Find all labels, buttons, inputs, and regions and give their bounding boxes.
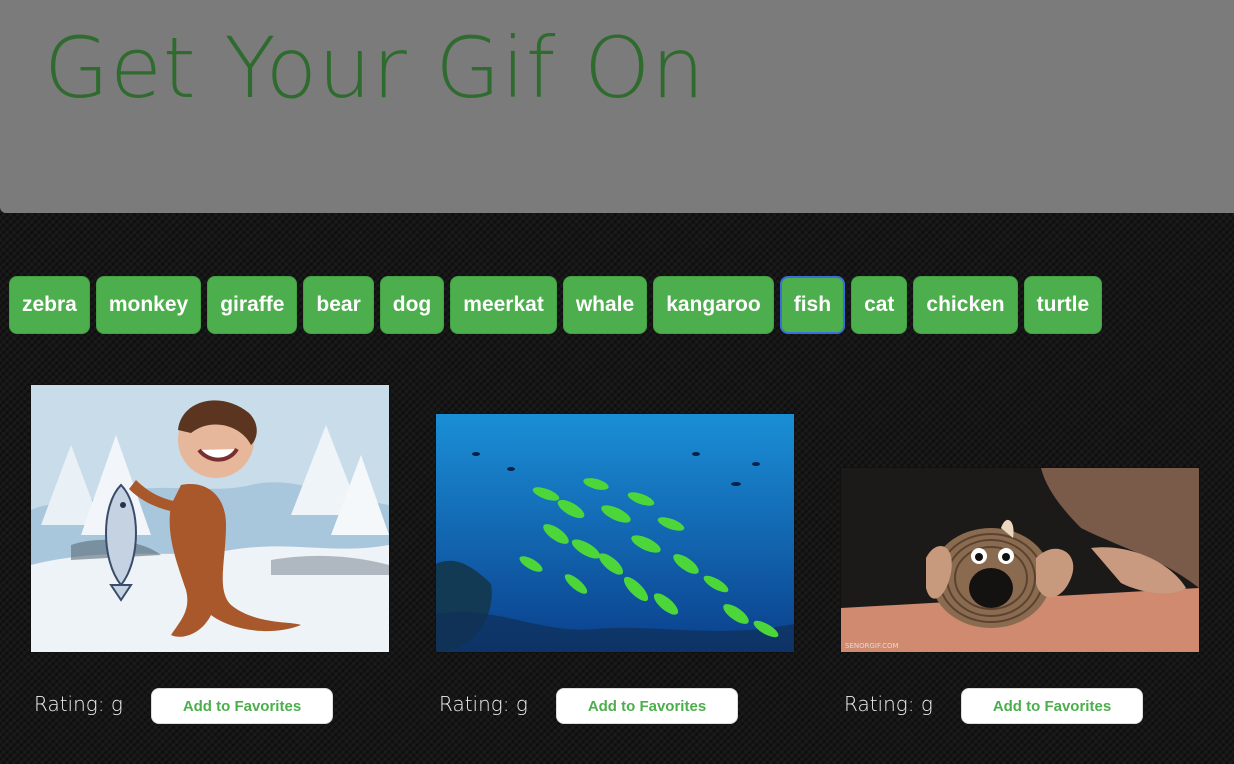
gif-1-illustration xyxy=(31,385,389,652)
gif-3-illustration: SENORGIF.COM xyxy=(841,468,1199,652)
gif-2-illustration xyxy=(436,414,794,652)
topic-button-row: zebra monkey giraffe bear dog meerkat wh… xyxy=(9,276,1103,334)
gif-image-2[interactable] xyxy=(435,413,795,653)
topic-button-zebra[interactable]: zebra xyxy=(9,276,90,334)
topic-button-bear[interactable]: bear xyxy=(303,276,374,334)
page-title: Get Your Gif On xyxy=(44,19,706,117)
topic-button-monkey[interactable]: monkey xyxy=(95,276,202,334)
gif-image-1[interactable] xyxy=(30,384,390,653)
topic-button-kangaroo[interactable]: kangaroo xyxy=(653,276,774,334)
topic-button-meerkat[interactable]: meerkat xyxy=(450,276,557,334)
header-jumbotron: Get Your Gif On xyxy=(0,0,1234,213)
gif-image-3[interactable]: SENORGIF.COM xyxy=(840,467,1200,653)
topic-button-turtle[interactable]: turtle xyxy=(1023,276,1103,334)
topic-button-chicken[interactable]: chicken xyxy=(913,276,1018,334)
add-to-favorites-button-2[interactable]: Add to Favorites xyxy=(556,688,738,724)
gif-3-watermark: SENORGIF.COM xyxy=(845,642,899,650)
topic-button-giraffe[interactable]: giraffe xyxy=(207,276,298,334)
topic-button-dog[interactable]: dog xyxy=(379,276,445,334)
rating-text-1: Rating: g xyxy=(34,692,123,716)
topic-button-cat[interactable]: cat xyxy=(851,276,908,334)
topic-button-fish[interactable]: fish xyxy=(779,276,846,334)
topic-button-whale[interactable]: whale xyxy=(562,276,648,334)
add-to-favorites-button-1[interactable]: Add to Favorites xyxy=(151,688,333,724)
rating-text-2: Rating: g xyxy=(439,692,528,716)
rating-text-3: Rating: g xyxy=(844,692,933,716)
add-to-favorites-button-3[interactable]: Add to Favorites xyxy=(961,688,1143,724)
